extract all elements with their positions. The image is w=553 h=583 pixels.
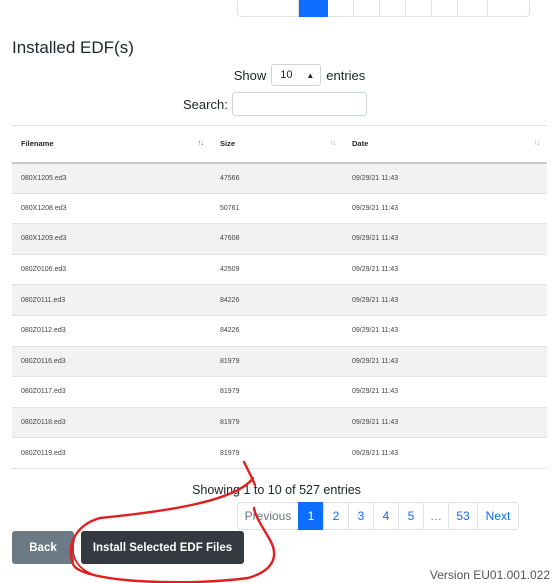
table-row[interactable]: 080X1208.ed3 50761 09/29/21 11:43 [12, 192, 547, 224]
pagination-ellipsis: … [423, 502, 449, 530]
col-header-label: Date [352, 139, 369, 149]
cell-size: 81979 [211, 406, 343, 438]
back-button[interactable]: Back [12, 531, 74, 564]
top-page-cell[interactable] [380, 0, 406, 17]
cell-size: 81979 [211, 345, 343, 377]
table-row[interactable]: 080Z0106.ed3 42509 09/29/21 11:43 [12, 253, 547, 285]
cell-filename: 080X1205.ed3 [12, 162, 211, 194]
top-page-cell[interactable] [406, 0, 432, 17]
sort-icon: ↑↓ [534, 140, 540, 147]
cell-date: 09/29/21 11:43 [343, 406, 547, 438]
table-row[interactable]: 080Z0111.ed3 84226 09/29/21 11:43 [12, 284, 547, 316]
cell-size: 42509 [211, 253, 343, 285]
cell-filename: 080Z0116.ed3 [12, 345, 211, 377]
top-page-cell[interactable] [488, 0, 530, 17]
previous-page-button[interactable]: Previous [237, 502, 299, 530]
top-page-cell[interactable] [237, 0, 299, 17]
cell-filename: 080Z0106.ed3 [12, 253, 211, 285]
cell-filename: 080Z0111.ed3 [12, 284, 211, 316]
col-header-date[interactable]: Date ↑↓ [343, 125, 547, 164]
table-row[interactable]: 080Z0116.ed3 81979 09/29/21 11:43 [12, 345, 547, 377]
search-input[interactable] [231, 92, 367, 116]
page-button-5[interactable]: 5 [398, 502, 424, 530]
cell-size: 47566 [211, 162, 343, 194]
edf-table: Filename ↑↓ Size ↑↓ Date ↑↓ 080X1205.ed3… [12, 125, 547, 469]
select-updown-icon: ▲︎ [306, 70, 315, 80]
version-label: Version EU01.001.022 [429, 568, 550, 582]
search-control: Search: [183, 92, 367, 116]
cell-filename: 080Z0112.ed3 [12, 314, 211, 347]
page-button-2[interactable]: 2 [323, 502, 349, 530]
cell-date: 09/29/21 11:43 [343, 223, 547, 255]
top-page-cell[interactable] [354, 0, 380, 17]
page-button-53[interactable]: 53 [448, 502, 478, 530]
cell-date: 09/29/21 11:43 [343, 253, 547, 285]
cell-date: 09/29/21 11:43 [343, 192, 547, 224]
cell-size: 50761 [211, 192, 343, 224]
sort-icon: ↑↓ [198, 140, 204, 147]
cell-date: 09/29/21 11:43 [343, 314, 547, 347]
cell-size: 81979 [211, 437, 343, 469]
cell-filename: 080Z0117.ed3 [12, 376, 211, 408]
col-header-label: Size [220, 139, 236, 149]
sort-icon: ↑↓ [330, 140, 336, 147]
length-control: Show 10 ▲︎ entries [0, 64, 553, 86]
cell-filename: 080Z0118.ed3 [12, 406, 211, 438]
pagination: Previous 1 2 3 4 5 … 53 Next [237, 502, 519, 530]
entries-select[interactable]: 10 ▲︎ [271, 64, 322, 86]
top-page-cell-active[interactable] [299, 0, 328, 17]
page-button-1[interactable]: 1 [298, 502, 324, 530]
search-label: Search: [183, 96, 228, 112]
col-header-label: Filename [21, 139, 54, 149]
cell-filename: 080X1209.ed3 [12, 223, 211, 255]
table-row[interactable]: 080X1205.ed3 47566 09/29/21 11:43 [12, 162, 547, 194]
next-page-button[interactable]: Next [477, 502, 519, 530]
cell-date: 09/29/21 11:43 [343, 376, 547, 408]
cell-size: 84226 [211, 284, 343, 316]
cell-filename: 080Z0119.ed3 [12, 437, 211, 469]
cell-date: 09/29/21 11:43 [343, 345, 547, 377]
cell-size: 47608 [211, 223, 343, 255]
top-page-cell[interactable] [458, 0, 488, 17]
table-row[interactable]: 080Z0112.ed3 84226 09/29/21 11:43 [12, 314, 547, 347]
table-header-row: Filename ↑↓ Size ↑↓ Date ↑↓ [12, 125, 547, 164]
top-page-cell[interactable] [432, 0, 458, 17]
cell-date: 09/29/21 11:43 [343, 437, 547, 469]
table-row[interactable]: 080X1209.ed3 47608 09/29/21 11:43 [12, 223, 547, 255]
entries-select-value: 10 [280, 69, 293, 81]
table-row[interactable]: 080Z0119.ed3 81979 09/29/21 11:43 [12, 437, 547, 469]
table-info: Showing 1 to 10 of 527 entries [192, 483, 361, 497]
top-page-cell[interactable] [328, 0, 354, 17]
page-button-3[interactable]: 3 [348, 502, 374, 530]
length-suffix: entries [326, 67, 366, 83]
cell-date: 09/29/21 11:43 [343, 284, 547, 316]
cell-size: 81979 [211, 376, 343, 408]
col-header-filename[interactable]: Filename ↑↓ [12, 125, 211, 164]
table-row[interactable]: 080Z0118.ed3 81979 09/29/21 11:43 [12, 406, 547, 438]
page-button-4[interactable]: 4 [373, 502, 399, 530]
cell-size: 84226 [211, 314, 343, 347]
install-selected-edf-button[interactable]: Install Selected EDF Files [81, 531, 244, 564]
cell-filename: 080X1208.ed3 [12, 192, 211, 224]
length-prefix: Show [233, 67, 267, 83]
col-header-size[interactable]: Size ↑↓ [211, 125, 343, 164]
section-title: Installed EDF(s) [12, 38, 134, 57]
cell-date: 09/29/21 11:43 [343, 162, 547, 194]
top-pagination-strip [237, 0, 537, 17]
table-row[interactable]: 080Z0117.ed3 81979 09/29/21 11:43 [12, 376, 547, 408]
